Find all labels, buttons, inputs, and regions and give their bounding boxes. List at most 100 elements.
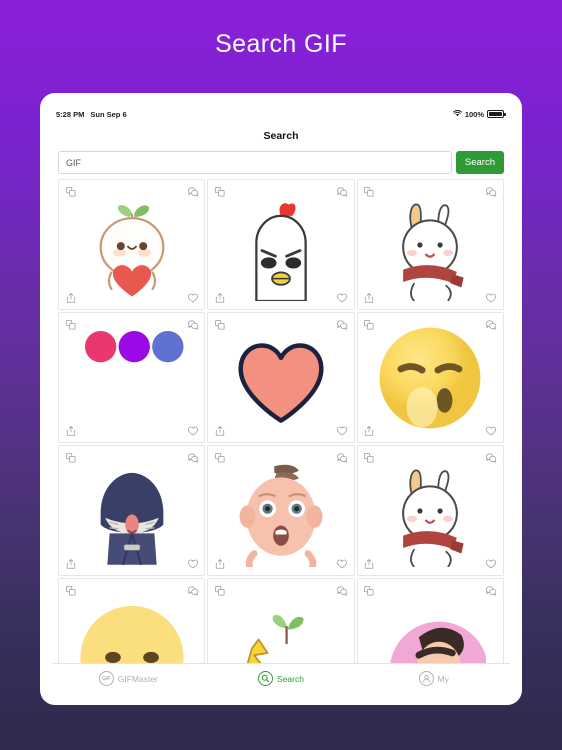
heart-outline-icon — [336, 292, 348, 304]
wechat-icon — [485, 319, 497, 331]
tab-label: GIFMaster — [117, 673, 158, 684]
copy-button[interactable] — [363, 584, 376, 597]
status-bar: 5:28 PM Sun Sep 6 100% — [52, 105, 510, 123]
copy-button[interactable] — [64, 185, 77, 198]
favorite-button[interactable] — [186, 557, 199, 570]
favorite-button[interactable] — [485, 291, 498, 304]
sticker-shocked-baby[interactable] — [207, 445, 355, 576]
sticker-image — [59, 446, 204, 575]
share-button[interactable] — [213, 291, 226, 304]
favorite-button[interactable] — [485, 424, 498, 437]
tab-my[interactable]: My — [357, 671, 510, 686]
sticker-image — [59, 313, 204, 442]
wechat-share-button[interactable] — [336, 451, 349, 464]
gif-icon: GIF — [98, 671, 114, 686]
copy-button[interactable] — [213, 451, 226, 464]
copy-icon — [65, 585, 77, 597]
sticker-angry-chicken[interactable] — [207, 179, 355, 310]
copy-button[interactable] — [213, 584, 226, 597]
sticker-hooded-ninja[interactable] — [58, 445, 206, 576]
nav-bar: Search — [52, 123, 510, 149]
copy-icon — [65, 319, 77, 331]
copy-button[interactable] — [363, 185, 376, 198]
search-input[interactable] — [58, 151, 452, 174]
tab-search[interactable]: Search — [205, 671, 358, 686]
copy-button[interactable] — [213, 185, 226, 198]
share-button[interactable] — [363, 291, 376, 304]
share-button[interactable] — [64, 424, 77, 437]
sticker-image — [59, 579, 204, 663]
copy-icon — [363, 319, 375, 331]
sticker-smile-emoji[interactable] — [58, 578, 206, 663]
share-icon — [214, 292, 226, 304]
copy-button[interactable] — [64, 318, 77, 331]
sticker-sprout-heart[interactable] — [58, 179, 206, 310]
sticker-image — [358, 579, 503, 663]
wechat-icon — [336, 319, 348, 331]
copy-button[interactable] — [213, 318, 226, 331]
copy-icon — [214, 319, 226, 331]
share-button[interactable] — [213, 557, 226, 570]
sticker-image — [358, 313, 503, 442]
share-button[interactable] — [213, 424, 226, 437]
copy-button[interactable] — [64, 584, 77, 597]
wechat-share-button[interactable] — [186, 451, 199, 464]
copy-button[interactable] — [64, 451, 77, 464]
gif-results-scroll-area[interactable] — [52, 179, 510, 663]
tab-gifmaster[interactable]: GIF GIFMaster — [52, 671, 205, 686]
heart-outline-icon — [336, 558, 348, 570]
search-button[interactable]: Search — [455, 151, 504, 174]
tab-bar: GIF GIFMaster Search My — [52, 663, 510, 693]
sticker-rabbit-scarf[interactable] — [356, 179, 504, 310]
share-icon — [363, 425, 375, 437]
heart-outline-icon — [336, 425, 348, 437]
sticker-image — [208, 579, 353, 663]
copy-icon — [214, 186, 226, 198]
share-icon — [65, 558, 77, 570]
wechat-share-button[interactable] — [336, 318, 349, 331]
favorite-button[interactable] — [336, 291, 349, 304]
sticker-three-dots[interactable] — [58, 312, 206, 443]
favorite-button[interactable] — [336, 424, 349, 437]
wechat-share-button[interactable] — [485, 584, 498, 597]
copy-button[interactable] — [363, 451, 376, 464]
share-button[interactable] — [363, 557, 376, 570]
sticker-image — [358, 180, 503, 309]
wechat-share-button[interactable] — [186, 584, 199, 597]
wechat-share-button[interactable] — [336, 584, 349, 597]
heart-outline-icon — [485, 292, 497, 304]
nav-title: Search — [263, 130, 299, 142]
wechat-share-button[interactable] — [485, 185, 498, 198]
favorite-button[interactable] — [186, 291, 199, 304]
sticker-sprout-star[interactable] — [207, 578, 355, 663]
wechat-share-button[interactable] — [485, 451, 498, 464]
sticker-rabbit-scarf-2[interactable] — [356, 445, 504, 576]
person-icon — [418, 671, 434, 686]
share-button[interactable] — [64, 557, 77, 570]
wechat-share-button[interactable] — [186, 185, 199, 198]
heart-outline-icon — [485, 425, 497, 437]
share-button[interactable] — [363, 424, 376, 437]
sticker-yawn-emoji[interactable] — [356, 312, 504, 443]
wechat-icon — [187, 186, 199, 198]
wechat-icon — [336, 585, 348, 597]
search-bar: Search — [52, 149, 510, 179]
copy-icon — [363, 186, 375, 198]
favorite-button[interactable] — [485, 557, 498, 570]
share-icon — [363, 558, 375, 570]
wechat-share-button[interactable] — [186, 318, 199, 331]
sticker-salmon-heart[interactable] — [207, 312, 355, 443]
wechat-share-button[interactable] — [336, 185, 349, 198]
copy-icon — [214, 585, 226, 597]
heart-outline-icon — [187, 292, 199, 304]
sticker-image — [208, 446, 353, 575]
tab-label: My — [437, 673, 449, 684]
copy-button[interactable] — [363, 318, 376, 331]
wechat-icon — [187, 319, 199, 331]
share-button[interactable] — [64, 291, 77, 304]
favorite-button[interactable] — [336, 557, 349, 570]
share-icon — [363, 292, 375, 304]
favorite-button[interactable] — [186, 424, 199, 437]
wechat-share-button[interactable] — [485, 318, 498, 331]
sticker-pink-person[interactable] — [356, 578, 504, 663]
